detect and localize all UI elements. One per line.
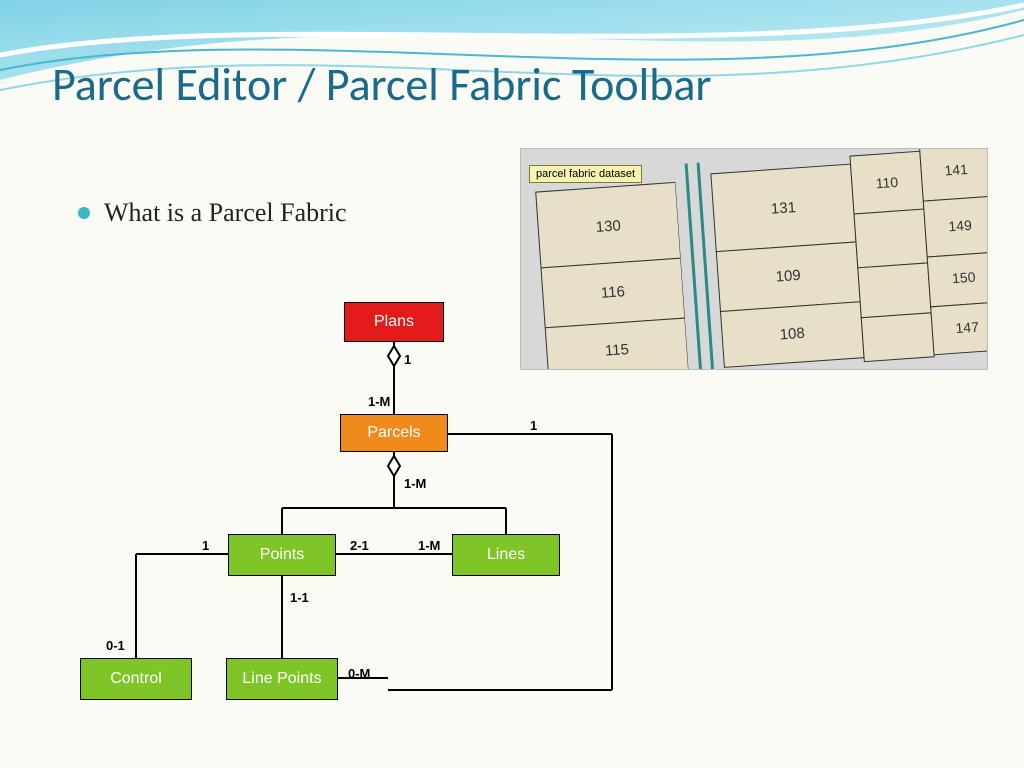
svg-text:147: 147: [955, 319, 980, 337]
bullet-text: What is a Parcel Fabric: [104, 198, 347, 228]
card-1-parcels-outer: 1: [530, 418, 537, 433]
svg-text:130: 130: [595, 217, 621, 236]
svg-text:109: 109: [775, 267, 801, 286]
svg-text:141: 141: [944, 161, 969, 179]
diagram-box-points: Points: [228, 534, 336, 576]
diagram-box-control: Control: [80, 658, 192, 700]
svg-text:110: 110: [875, 174, 899, 192]
diagram-box-lines: Lines: [452, 534, 560, 576]
map-tooltip: parcel fabric dataset: [529, 165, 642, 183]
diagram-box-linepoints: Line Points: [226, 658, 338, 700]
card-1-plans: 1: [404, 352, 411, 367]
card-0-1: 0-1: [106, 638, 125, 653]
card-1m-plans-parcels: 1-M: [368, 394, 390, 409]
svg-text:150: 150: [952, 269, 977, 287]
card-1m-parcels-down: 1-M: [404, 476, 426, 491]
svg-text:108: 108: [779, 325, 805, 344]
card-2-1: 2-1: [350, 538, 369, 553]
schema-diagram: Plans Parcels Points Lines Control Line …: [50, 290, 640, 730]
bullet-item: What is a Parcel Fabric: [78, 198, 347, 228]
card-1-points-left: 1: [202, 538, 209, 553]
card-0-m: 0-M: [348, 666, 370, 681]
bullet-icon: [78, 207, 90, 219]
svg-text:131: 131: [770, 199, 796, 218]
diagram-box-plans: Plans: [344, 302, 444, 342]
diagram-box-parcels: Parcels: [340, 414, 448, 452]
svg-text:149: 149: [948, 217, 973, 235]
slide-title: Parcel Editor / Parcel Fabric Toolbar: [52, 58, 752, 113]
card-1m-points-lines: 1-M: [418, 538, 440, 553]
card-1-1: 1-1: [290, 590, 309, 605]
